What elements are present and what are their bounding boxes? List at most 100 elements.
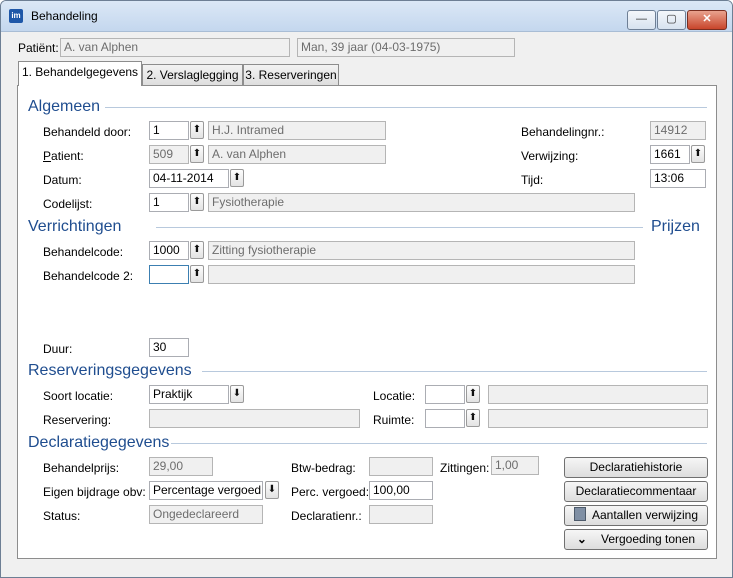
tijd-label: Tijd: (521, 173, 544, 187)
behandelcode2-field[interactable] (149, 265, 189, 284)
close-button[interactable]: ✕ (687, 10, 727, 30)
patient-code-field: 509 (149, 145, 189, 164)
dropdown-arrow-icon: ⬇ (267, 484, 277, 495)
datum-label: Datum: (43, 173, 82, 187)
close-icon: ✕ (702, 13, 712, 25)
datum-field[interactable]: 04-11-2014 (149, 169, 229, 188)
patient-lookup-button[interactable]: ⬆ (190, 145, 204, 163)
duur-field[interactable]: 30 (149, 338, 189, 357)
codelijst-label: Codelijst: (43, 197, 93, 211)
lookup-arrow-icon: ⬆ (192, 196, 202, 207)
tijd-field[interactable]: 13:06 (650, 169, 706, 188)
ruimte-name-field (488, 409, 708, 428)
locatie-name-field (488, 385, 708, 404)
behandelcode-field[interactable]: 1000 (149, 241, 189, 260)
section-divider (171, 443, 707, 444)
lookup-arrow-icon: ⬆ (468, 388, 478, 399)
verwijzing-label: Verwijzing: (521, 149, 579, 163)
lookup-arrow-icon: ⬆ (468, 412, 478, 423)
section-divider (202, 371, 707, 372)
section-declaratie-heading: Declaratiegegevens (28, 434, 170, 451)
title-bar[interactable]: im Behandeling — ▢ ✕ (1, 1, 732, 32)
lookup-arrow-icon: ⬆ (192, 148, 202, 159)
window-title: Behandeling (31, 9, 98, 23)
soort-locatie-dropdown-button[interactable]: ⬇ (230, 385, 244, 403)
patient-bar-info-field: Man, 39 jaar (04-03-1975) (297, 38, 515, 57)
perc-vergoed-field[interactable]: 100,00 (369, 481, 433, 500)
datum-picker-button[interactable]: ⬆ (230, 169, 244, 187)
declaratienr-field (369, 505, 433, 524)
ruimte-code-field[interactable] (425, 409, 465, 428)
behandelcode2-label: Behandelcode 2: (43, 269, 134, 283)
locatie-code-field[interactable] (425, 385, 465, 404)
behandelingnr-label: Behandelingnr.: (521, 125, 605, 139)
behandelcode-lookup-button[interactable]: ⬆ (190, 241, 204, 259)
maximize-icon: ▢ (666, 13, 677, 25)
aantallen-verwijzing-label: Aantallen verwijzing (591, 508, 699, 522)
tab-verslaglegging[interactable]: 2. Verslaglegging (142, 64, 243, 85)
declaratiecommentaar-button[interactable]: Declaratiecommentaar (564, 481, 708, 502)
lookup-arrow-icon: ⬆ (693, 148, 703, 159)
eigen-bijdrage-label: Eigen bijdrage obv: (43, 485, 146, 499)
reservering-label: Reservering: (43, 413, 112, 427)
reservering-field (149, 409, 360, 428)
calculator-icon (573, 507, 586, 521)
chevron-down-icon: ⌄ (576, 532, 587, 546)
zittingen-label: Zittingen: (440, 461, 490, 475)
locatie-lookup-button[interactable]: ⬆ (466, 385, 480, 403)
maximize-button[interactable]: ▢ (657, 10, 686, 30)
app-icon: im (9, 9, 23, 23)
behandelprijs-field: 29,00 (149, 457, 213, 476)
patient-label: Patient: (43, 149, 84, 163)
declaratiehistorie-button[interactable]: Declaratiehistorie (564, 457, 708, 478)
verwijzing-lookup-button[interactable]: ⬆ (691, 145, 705, 163)
behandeld-door-code-field[interactable]: 1 (149, 121, 189, 140)
vergoeding-tonen-label: Vergoeding tonen (600, 532, 696, 546)
eigen-bijdrage-select[interactable]: Percentage vergoed (149, 481, 263, 500)
soort-locatie-label: Soort locatie: (43, 389, 114, 403)
ruimte-label: Ruimte: (373, 413, 415, 427)
status-label: Status: (43, 509, 81, 523)
eigen-bijdrage-dropdown-button[interactable]: ⬇ (265, 481, 279, 499)
behandeld-door-label: Behandeld door: (43, 125, 132, 139)
behandelprijs-label: Behandelprijs: (43, 461, 120, 475)
section-algemeen-heading: Algemeen (28, 98, 101, 115)
zittingen-field: 1,00 (491, 456, 539, 475)
behandelingnr-field: 14912 (650, 121, 706, 140)
codelijst-code-field[interactable]: 1 (149, 193, 189, 212)
aantallen-verwijzing-button[interactable]: Aantallen verwijzing (564, 505, 708, 526)
minimize-button[interactable]: — (627, 10, 656, 30)
section-divider (156, 227, 643, 228)
lookup-arrow-icon: ⬆ (192, 124, 202, 135)
behandeling-window: im Behandeling — ▢ ✕ Patiënt: A. van Alp… (0, 0, 733, 578)
section-reservering-heading: Reserveringsgegevens (28, 362, 192, 379)
vergoeding-tonen-button[interactable]: ⌄ Vergoeding tonen (564, 529, 708, 550)
codelijst-name-field: Fysiotherapie (208, 193, 635, 212)
lookup-arrow-icon: ⬆ (232, 172, 242, 183)
behandelcode2-lookup-button[interactable]: ⬆ (190, 265, 204, 283)
behandeld-door-lookup-button[interactable]: ⬆ (190, 121, 204, 139)
patient-label-rest: atient: (51, 149, 84, 163)
verwijzing-field[interactable]: 1661 (650, 145, 690, 164)
status-field: Ongedeclareerd (149, 505, 263, 524)
btw-bedrag-label: Btw-bedrag: (291, 461, 356, 475)
patient-name-field: A. van Alphen (208, 145, 386, 164)
ruimte-lookup-button[interactable]: ⬆ (466, 409, 480, 427)
minimize-icon: — (636, 13, 647, 25)
dropdown-arrow-icon: ⬇ (232, 388, 242, 399)
behandelcode2-desc-field (208, 265, 635, 284)
perc-vergoed-label: Perc. vergoed: (291, 485, 370, 499)
behandelcode-desc-field: Zitting fysiotherapie (208, 241, 635, 260)
soort-locatie-select[interactable]: Praktijk (149, 385, 229, 404)
tab-behandelgegevens[interactable]: 1. Behandelgegevens (18, 61, 142, 86)
tab-reserveringen[interactable]: 3. Reserveringen (243, 64, 339, 85)
codelijst-lookup-button[interactable]: ⬆ (190, 193, 204, 211)
section-verrichtingen-heading: Verrichtingen (28, 218, 122, 235)
declaratienr-label: Declaratienr.: (291, 509, 362, 523)
section-divider (105, 107, 707, 108)
behandeld-door-name-field: H.J. Intramed (208, 121, 386, 140)
patient-bar-label: Patiënt: (18, 41, 59, 55)
locatie-label: Locatie: (373, 389, 416, 403)
duur-label: Duur: (43, 342, 73, 356)
patient-bar-name-field: A. van Alphen (60, 38, 290, 57)
